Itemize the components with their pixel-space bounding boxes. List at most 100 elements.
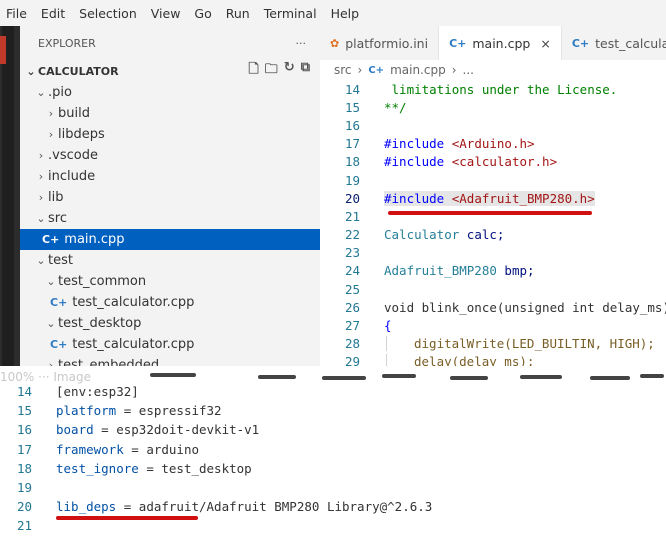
tree-item-label: src (48, 211, 67, 226)
include-directive: #include (384, 136, 445, 152)
tree-item-main-cpp[interactable]: C+ main.cpp (20, 229, 320, 250)
chevron-right-icon: › (38, 191, 44, 204)
menu-run[interactable]: Run (220, 6, 258, 21)
cpp-file-icon: C+ (449, 36, 467, 50)
line-number: 24 (344, 263, 360, 279)
line-number: 20 (344, 190, 360, 206)
menu-terminal[interactable]: Terminal (258, 6, 325, 21)
separator-dash (258, 375, 296, 379)
code-line: 22 Calculator calc; (320, 226, 666, 244)
tree-item-label: test_calculator.cpp (72, 337, 195, 352)
code-line: 26 void blink_once(unsigned int delay_ms… (320, 298, 666, 316)
line-number: 17 (16, 441, 32, 457)
code-text: **/ (384, 99, 407, 115)
code-line: 18 #include <calculator.h> (320, 153, 666, 171)
include-path: <Arduino.h> (451, 136, 535, 152)
breadcrumb-file[interactable]: main.cpp (390, 63, 446, 77)
line-number: 15 (16, 403, 32, 419)
line-number: 19 (16, 480, 32, 496)
breadcrumb-tail[interactable]: ... (463, 63, 474, 77)
line-number: 23 (344, 245, 360, 261)
line-number: 22 (344, 227, 360, 243)
tree-item-label: .vscode (48, 148, 98, 163)
tree-item-label: build (58, 106, 90, 121)
line-number: 18 (344, 154, 360, 170)
tree-item-pio[interactable]: ⌄ .pio (20, 82, 320, 103)
new-file-icon[interactable]: 🗋 (248, 60, 258, 82)
activity-bar-strip (2, 26, 14, 366)
tab-platformio-ini[interactable]: ✿ platformio.ini (320, 26, 440, 60)
tree-item-label: test_embedded (58, 358, 160, 366)
line-number: 15 (344, 99, 360, 115)
code-line: 23 (320, 244, 666, 262)
menu-selection[interactable]: Selection (73, 6, 145, 21)
tree-item-label: test (48, 253, 73, 268)
workspace-name: CALCULATOR (38, 64, 119, 78)
chevron-down-icon: ⌄ (36, 86, 46, 99)
workspace-section[interactable]: ⌄ CALCULATOR 🗋 🗀 ↻ ⧉ (20, 60, 320, 82)
refresh-icon[interactable]: ↻ (284, 60, 295, 82)
code-line: 15 platform = espressif32 (0, 401, 666, 420)
menu-view[interactable]: View (145, 6, 189, 21)
chevron-right-icon: › (357, 63, 363, 77)
include-directive: #include (384, 190, 445, 206)
cpp-file-icon: C+ (368, 64, 385, 76)
tab-main-cpp[interactable]: C+ main.cpp × (439, 26, 562, 60)
breadcrumb: src › C+ main.cpp › ... (320, 60, 666, 80)
menu-help[interactable]: Help (325, 6, 368, 21)
menu-go[interactable]: Go (188, 6, 219, 21)
tree-item-label: lib (48, 190, 64, 205)
tree-item-test-desktop[interactable]: ⌄ test_desktop (20, 313, 320, 334)
code-line: 14 [env:esp32] (0, 382, 666, 401)
tab-test-calculator[interactable]: C+ test_calculato (562, 26, 666, 60)
ini-editor[interactable]: 14 [env:esp32] 15 platform = espressif32… (0, 382, 666, 536)
breadcrumb-folder[interactable]: src (334, 63, 352, 77)
line-number: 14 (344, 81, 360, 97)
include-path: <calculator.h> (451, 154, 558, 170)
line-number: 28 (344, 336, 360, 352)
code-text: limitations under the License. (384, 81, 618, 97)
tree-item-src[interactable]: ⌄ src (20, 208, 320, 229)
code-line: 28 digitalWrite(LED_BUILTIN, HIGH); (320, 335, 666, 353)
collapse-all-icon[interactable]: ⧉ (301, 60, 310, 82)
tree-item-label: .pio (48, 85, 72, 100)
include-path: <Adafruit_BMP280.h> (451, 190, 595, 206)
tree-item-test-calculator-common[interactable]: C+ test_calculator.cpp (20, 292, 320, 313)
tree-item-test-embedded[interactable]: › test_embedded (20, 355, 320, 366)
ini-section: [env:esp32] (56, 384, 139, 400)
code-line: 17 #include <Arduino.h> (320, 135, 666, 153)
chevron-right-icon: › (48, 359, 54, 366)
new-folder-icon[interactable]: 🗀 (265, 60, 278, 82)
tree-item-lib[interactable]: › lib (20, 187, 320, 208)
ini-key: lib_deps (56, 499, 117, 515)
tree-item-test-common[interactable]: ⌄ test_common (20, 271, 320, 292)
tree-item-vscode[interactable]: › .vscode (20, 145, 320, 166)
ini-key: framework (56, 441, 124, 457)
code-line: 15 **/ (320, 98, 666, 116)
code-line: 16 board = esp32doit-devkit-v1 (0, 420, 666, 439)
tree-item-build[interactable]: › build (20, 103, 320, 124)
code-line: 18 test_ignore = test_desktop (0, 459, 666, 478)
code-line: 19 (0, 478, 666, 497)
code-line-current: 20 #include <Adafruit_BMP280.h> (320, 189, 666, 207)
code-text: { (384, 318, 392, 334)
chevron-right-icon: › (38, 170, 44, 183)
explorer-sidebar: EXPLORER ··· ⌄ CALCULATOR 🗋 🗀 ↻ ⧉ ⌄ .pio… (20, 26, 320, 366)
tree-item-test-calculator-desktop[interactable]: C+ test_calculator.cpp (20, 334, 320, 355)
close-icon[interactable]: × (540, 36, 550, 51)
code-line: 20 lib_deps = adafruit/Adafruit BMP280 L… (0, 497, 666, 516)
tree-item-libdeps[interactable]: › libdeps (20, 124, 320, 145)
explorer-title: EXPLORER (38, 36, 96, 50)
chevron-right-icon: › (48, 107, 54, 120)
separator-dash (150, 373, 196, 377)
menu-file[interactable]: File (0, 6, 35, 21)
chevron-right-icon: › (451, 63, 457, 77)
tree-item-test[interactable]: ⌄ test (20, 250, 320, 271)
tree-item-include[interactable]: › include (20, 166, 320, 187)
ini-value: arduino (146, 441, 199, 457)
menu-edit[interactable]: Edit (35, 6, 73, 21)
ini-key: platform (56, 403, 117, 419)
more-actions-icon[interactable]: ··· (296, 37, 307, 50)
code-editor[interactable]: 14 limitations under the License. 15 **/… (320, 80, 666, 366)
tree-item-label: test_calculator.cpp (72, 295, 195, 310)
